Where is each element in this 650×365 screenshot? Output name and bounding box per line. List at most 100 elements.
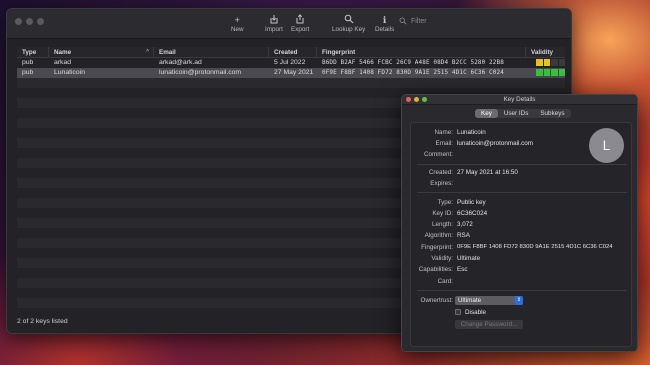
field-ownertrust: Ownertrust: Ultimate ⇕ [411,296,631,305]
status-label: 2 of 2 keys listed [17,318,68,325]
search-placeholder: Filter [411,18,427,25]
minimize-window-button[interactable] [414,97,419,102]
cell-type: pub [22,69,34,76]
field-label: Fingerprint: [421,244,453,251]
export-button-label: Export [291,26,310,33]
change-password-row: Change Password... [411,320,631,329]
field-label: Ownertrust: [420,297,453,304]
close-window-button[interactable] [15,18,22,25]
column-header-name[interactable]: Name ^ [49,47,154,57]
field-fingerprint: Fingerprint: 0F9E F8BF 1408 FD72 830D 9A… [411,243,631,252]
disable-option: Disable [411,308,631,317]
field-validity: Validity: Ultimate [411,254,631,263]
cell-fingerprint: 0F9E F8BF 1408 FD72 830D 9A1E 2515 4D1C … [322,69,504,76]
field-value: lunaticoin@protonmail.com [457,140,534,147]
disable-checkbox[interactable] [455,309,461,315]
column-header-validity[interactable]: Validity [526,47,565,57]
field-label: Type: [437,199,453,206]
ownertrust-value: Ultimate [458,297,482,304]
table-header: Type Name ^ Email Created Fingerprint Va… [17,47,565,58]
validity-cell [543,59,550,66]
field-key-id: Key ID: 6C36C024 [411,209,631,218]
minimize-window-button[interactable] [26,18,33,25]
cell-created: 27 May 2021 [274,69,314,76]
validity-cell [536,59,543,66]
column-header-type[interactable]: Type [17,47,49,57]
divider [417,290,627,291]
details-title-bar: Key Details [402,95,637,105]
sort-ascending-icon: ^ [146,49,149,55]
search-field[interactable]: Filter [399,15,565,28]
field-expires: Expires: [411,179,631,188]
field-label: Capabilities: [418,266,453,273]
info-icon: ℹ [382,15,387,25]
cell-email: lunaticoin@protonmail.com [159,69,242,76]
details-button[interactable]: ℹ Details [375,14,394,33]
plus-icon: + [234,15,240,25]
field-comment: Comment: [411,150,631,159]
cell-name: Lunaticoin [54,69,85,76]
field-created: Created: 27 May 2021 at 16:50 [411,168,631,177]
field-value: Esc [457,266,468,273]
export-icon [295,14,305,26]
change-password-button[interactable]: Change Password... [455,320,523,329]
tab-subkeys[interactable]: Subkeys [534,109,570,118]
field-algorithm: Algorithm: RSA [411,231,631,240]
validity-cell [536,69,543,76]
field-label: Name: [434,129,453,136]
details-window-title: Key Details [503,96,536,103]
cell-validity [526,58,565,68]
field-type: Type: Public key [411,198,631,207]
export-button[interactable]: Export [291,14,309,33]
tab-key[interactable]: Key [475,109,498,118]
lookup-key-button-label: Lookup Key [332,26,366,33]
validity-cell [558,69,565,76]
new-button-label: New [231,26,244,33]
lookup-key-button[interactable]: Lookup Key [332,14,365,33]
validity-indicator [531,68,565,76]
ownertrust-select[interactable]: Ultimate ⇕ [455,296,523,305]
search-icon [399,17,407,27]
details-tab-bar: Key User IDs Subkeys [475,109,571,118]
column-header-name-label: Name [54,49,72,56]
validity-cell [558,59,565,66]
field-label: Key ID: [432,210,453,217]
field-label: Length: [431,221,453,228]
field-email: Email: lunaticoin@protonmail.com [411,139,631,148]
validity-cell [551,59,558,66]
import-icon [269,14,279,26]
field-value: Ultimate [457,255,481,262]
import-button-label: Import [265,26,283,33]
table-row-selected[interactable]: pub Lunaticoin lunaticoin@protonmail.com… [17,68,565,78]
magnifier-icon [344,14,354,26]
close-window-button[interactable] [406,97,411,102]
field-name: Name: Lunaticoin [411,128,631,137]
field-label: Card: [437,278,453,285]
validity-indicator [531,58,565,66]
column-header-created[interactable]: Created [269,47,317,57]
cell-validity [526,68,565,78]
cell-created: 5 Jul 2022 [274,59,306,66]
window-controls [15,18,44,25]
new-button[interactable]: + New [231,14,244,33]
field-label: Validity: [431,255,453,262]
field-value: 6C36C024 [457,210,488,217]
tab-user-ids[interactable]: User IDs [498,109,535,118]
details-button-label: Details [375,26,395,33]
field-value: RSA [457,232,470,239]
zoom-window-button[interactable] [422,97,427,102]
column-header-email[interactable]: Email [154,47,269,57]
table-row[interactable]: pub arkad arkad@ark.ad 5 Jul 2022 B6DD B… [17,58,565,68]
column-header-fingerprint[interactable]: Fingerprint [317,47,526,57]
field-label: Comment: [423,151,453,158]
import-button[interactable]: Import [265,14,283,33]
validity-cell [543,69,550,76]
cell-name: arkad [54,59,72,66]
field-value: Lunaticoin [457,129,486,136]
field-card: Card: [411,277,631,286]
toolbar: + New Import Export Lookup Key ℹ Details [7,9,571,39]
details-window-controls [406,97,427,102]
cell-type: pub [22,59,34,66]
disable-label: Disable [465,309,486,316]
zoom-window-button[interactable] [37,18,44,25]
